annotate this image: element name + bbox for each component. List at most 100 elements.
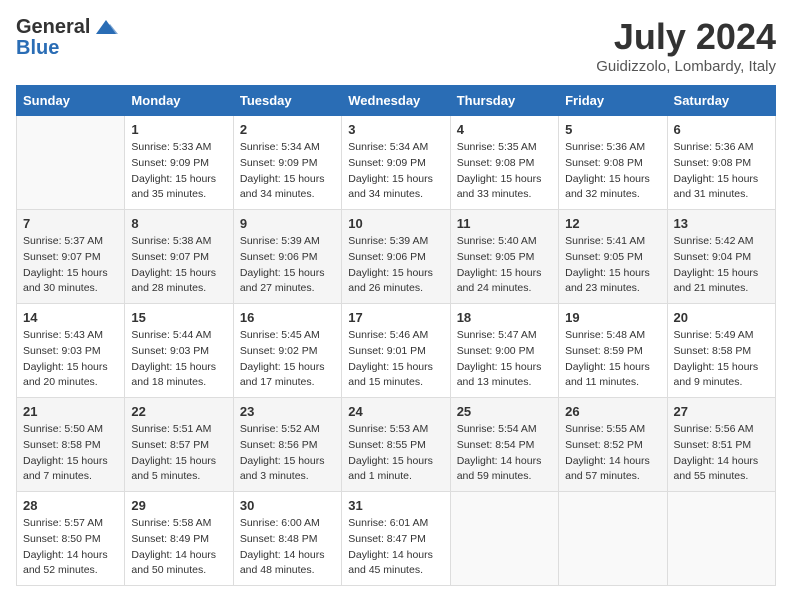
day-number: 4 xyxy=(457,122,552,137)
day-number: 14 xyxy=(23,310,118,325)
calendar-cell: 29 Sunrise: 5:58 AMSunset: 8:49 PMDayligh… xyxy=(125,492,233,586)
logo-general: General xyxy=(16,17,90,37)
day-number: 11 xyxy=(457,216,552,231)
calendar-cell: 23 Sunrise: 5:52 AMSunset: 8:56 PMDayligh… xyxy=(233,398,341,492)
day-info: Sunrise: 5:58 AMSunset: 8:49 PMDaylight:… xyxy=(131,516,226,579)
calendar-cell: 12Sunrise: 5:41 AMSunset: 9:05 PMDayligh… xyxy=(559,210,667,304)
week-row-4: 21 Sunrise: 5:50 AMSunset: 8:58 PMDayligh… xyxy=(17,398,776,492)
day-info: Sunrise: 5:37 AMSunset: 9:07 PMDaylight:… xyxy=(23,234,118,297)
logo: General Blue xyxy=(16,16,120,58)
calendar-cell: 16 Sunrise: 5:45 AMSunset: 9:02 PMDayligh… xyxy=(233,304,341,398)
calendar-cell: 19Sunrise: 5:48 AMSunset: 8:59 PMDayligh… xyxy=(559,304,667,398)
calendar-cell: 13 Sunrise: 5:42 AMSunset: 9:04 PMDayligh… xyxy=(667,210,775,304)
day-number: 28 xyxy=(23,498,118,513)
calendar-cell: 26 Sunrise: 5:55 AMSunset: 8:52 PMDayligh… xyxy=(559,398,667,492)
day-info: Sunrise: 5:44 AMSunset: 9:03 PMDaylight:… xyxy=(131,328,226,391)
day-info: Sunrise: 5:41 AMSunset: 9:05 PMDaylight:… xyxy=(565,234,660,297)
day-number: 15 xyxy=(131,310,226,325)
calendar-table: SundayMondayTuesdayWednesdayThursdayFrid… xyxy=(16,85,776,586)
day-number: 27 xyxy=(674,404,769,419)
day-info: Sunrise: 5:54 AMSunset: 8:54 PMDaylight:… xyxy=(457,422,552,485)
calendar-cell: 7 Sunrise: 5:37 AMSunset: 9:07 PMDaylight… xyxy=(17,210,125,304)
calendar-cell: 21 Sunrise: 5:50 AMSunset: 8:58 PMDayligh… xyxy=(17,398,125,492)
day-number: 16 xyxy=(240,310,335,325)
calendar-cell xyxy=(667,492,775,586)
day-info: Sunrise: 5:56 AMSunset: 8:51 PMDaylight:… xyxy=(674,422,769,485)
day-number: 30 xyxy=(240,498,335,513)
calendar-cell xyxy=(559,492,667,586)
day-info: Sunrise: 5:34 AMSunset: 9:09 PMDaylight:… xyxy=(240,140,335,203)
day-info: Sunrise: 5:53 AMSunset: 8:55 PMDaylight:… xyxy=(348,422,443,485)
calendar-cell: 24Sunrise: 5:53 AMSunset: 8:55 PMDayligh… xyxy=(342,398,450,492)
day-number: 29 xyxy=(131,498,226,513)
location: Guidizzolo, Lombardy, Italy xyxy=(596,58,776,75)
day-info: Sunrise: 5:46 AMSunset: 9:01 PMDaylight:… xyxy=(348,328,443,391)
day-info: Sunrise: 5:36 AMSunset: 9:08 PMDaylight:… xyxy=(565,140,660,203)
day-info: Sunrise: 5:40 AMSunset: 9:05 PMDaylight:… xyxy=(457,234,552,297)
day-number: 3 xyxy=(348,122,443,137)
header-day-tuesday: Tuesday xyxy=(233,86,341,116)
day-number: 21 xyxy=(23,404,118,419)
day-info: Sunrise: 5:45 AMSunset: 9:02 PMDaylight:… xyxy=(240,328,335,391)
header-day-thursday: Thursday xyxy=(450,86,558,116)
header-day-monday: Monday xyxy=(125,86,233,116)
calendar-cell xyxy=(17,116,125,210)
header-day-saturday: Saturday xyxy=(667,86,775,116)
week-row-3: 14 Sunrise: 5:43 AMSunset: 9:03 PMDayligh… xyxy=(17,304,776,398)
day-number: 8 xyxy=(131,216,226,231)
day-number: 20 xyxy=(674,310,769,325)
day-info: Sunrise: 5:38 AMSunset: 9:07 PMDaylight:… xyxy=(131,234,226,297)
day-info: Sunrise: 5:36 AMSunset: 9:08 PMDaylight:… xyxy=(674,140,769,203)
day-info: Sunrise: 5:51 AMSunset: 8:57 PMDaylight:… xyxy=(131,422,226,485)
day-info: Sunrise: 5:43 AMSunset: 9:03 PMDaylight:… xyxy=(23,328,118,391)
day-info: Sunrise: 5:39 AMSunset: 9:06 PMDaylight:… xyxy=(348,234,443,297)
calendar-cell: 30Sunrise: 6:00 AMSunset: 8:48 PMDayligh… xyxy=(233,492,341,586)
day-info: Sunrise: 5:33 AMSunset: 9:09 PMDaylight:… xyxy=(131,140,226,203)
day-info: Sunrise: 5:42 AMSunset: 9:04 PMDaylight:… xyxy=(674,234,769,297)
day-number: 13 xyxy=(674,216,769,231)
day-number: 1 xyxy=(131,122,226,137)
day-number: 7 xyxy=(23,216,118,231)
calendar-cell: 10Sunrise: 5:39 AMSunset: 9:06 PMDayligh… xyxy=(342,210,450,304)
calendar-cell: 17 Sunrise: 5:46 AMSunset: 9:01 PMDayligh… xyxy=(342,304,450,398)
day-number: 23 xyxy=(240,404,335,419)
calendar-cell: 22 Sunrise: 5:51 AMSunset: 8:57 PMDayligh… xyxy=(125,398,233,492)
day-info: Sunrise: 5:34 AMSunset: 9:09 PMDaylight:… xyxy=(348,140,443,203)
day-number: 22 xyxy=(131,404,226,419)
calendar-cell: 3 Sunrise: 5:34 AMSunset: 9:09 PMDaylight… xyxy=(342,116,450,210)
week-row-5: 28Sunrise: 5:57 AMSunset: 8:50 PMDayligh… xyxy=(17,492,776,586)
day-number: 2 xyxy=(240,122,335,137)
day-info: Sunrise: 5:52 AMSunset: 8:56 PMDaylight:… xyxy=(240,422,335,485)
header-day-wednesday: Wednesday xyxy=(342,86,450,116)
calendar-cell: 14 Sunrise: 5:43 AMSunset: 9:03 PMDayligh… xyxy=(17,304,125,398)
calendar-cell: 25 Sunrise: 5:54 AMSunset: 8:54 PMDayligh… xyxy=(450,398,558,492)
calendar-cell xyxy=(450,492,558,586)
title-block: July 2024 Guidizzolo, Lombardy, Italy xyxy=(596,16,776,75)
page-header: General Blue July 2024 Guidizzolo, Lomba… xyxy=(16,16,776,75)
day-number: 26 xyxy=(565,404,660,419)
day-number: 18 xyxy=(457,310,552,325)
calendar-cell: 1 Sunrise: 5:33 AMSunset: 9:09 PMDaylight… xyxy=(125,116,233,210)
day-info: Sunrise: 5:49 AMSunset: 8:58 PMDaylight:… xyxy=(674,328,769,391)
day-number: 25 xyxy=(457,404,552,419)
day-info: Sunrise: 5:47 AMSunset: 9:00 PMDaylight:… xyxy=(457,328,552,391)
logo-icon xyxy=(92,16,120,38)
calendar-cell: 6 Sunrise: 5:36 AMSunset: 9:08 PMDaylight… xyxy=(667,116,775,210)
calendar-cell: 20 Sunrise: 5:49 AMSunset: 8:58 PMDayligh… xyxy=(667,304,775,398)
day-info: Sunrise: 5:50 AMSunset: 8:58 PMDaylight:… xyxy=(23,422,118,485)
calendar-header-row: SundayMondayTuesdayWednesdayThursdayFrid… xyxy=(17,86,776,116)
day-info: Sunrise: 5:55 AMSunset: 8:52 PMDaylight:… xyxy=(565,422,660,485)
calendar-cell: 9Sunrise: 5:39 AMSunset: 9:06 PMDaylight… xyxy=(233,210,341,304)
day-number: 31 xyxy=(348,498,443,513)
week-row-2: 7 Sunrise: 5:37 AMSunset: 9:07 PMDaylight… xyxy=(17,210,776,304)
header-day-friday: Friday xyxy=(559,86,667,116)
day-info: Sunrise: 5:35 AMSunset: 9:08 PMDaylight:… xyxy=(457,140,552,203)
calendar-cell: 27 Sunrise: 5:56 AMSunset: 8:51 PMDayligh… xyxy=(667,398,775,492)
day-number: 17 xyxy=(348,310,443,325)
day-number: 9 xyxy=(240,216,335,231)
calendar-cell: 11 Sunrise: 5:40 AMSunset: 9:05 PMDayligh… xyxy=(450,210,558,304)
day-number: 6 xyxy=(674,122,769,137)
header-day-sunday: Sunday xyxy=(17,86,125,116)
calendar-cell: 18 Sunrise: 5:47 AMSunset: 9:00 PMDayligh… xyxy=(450,304,558,398)
day-info: Sunrise: 5:48 AMSunset: 8:59 PMDaylight:… xyxy=(565,328,660,391)
